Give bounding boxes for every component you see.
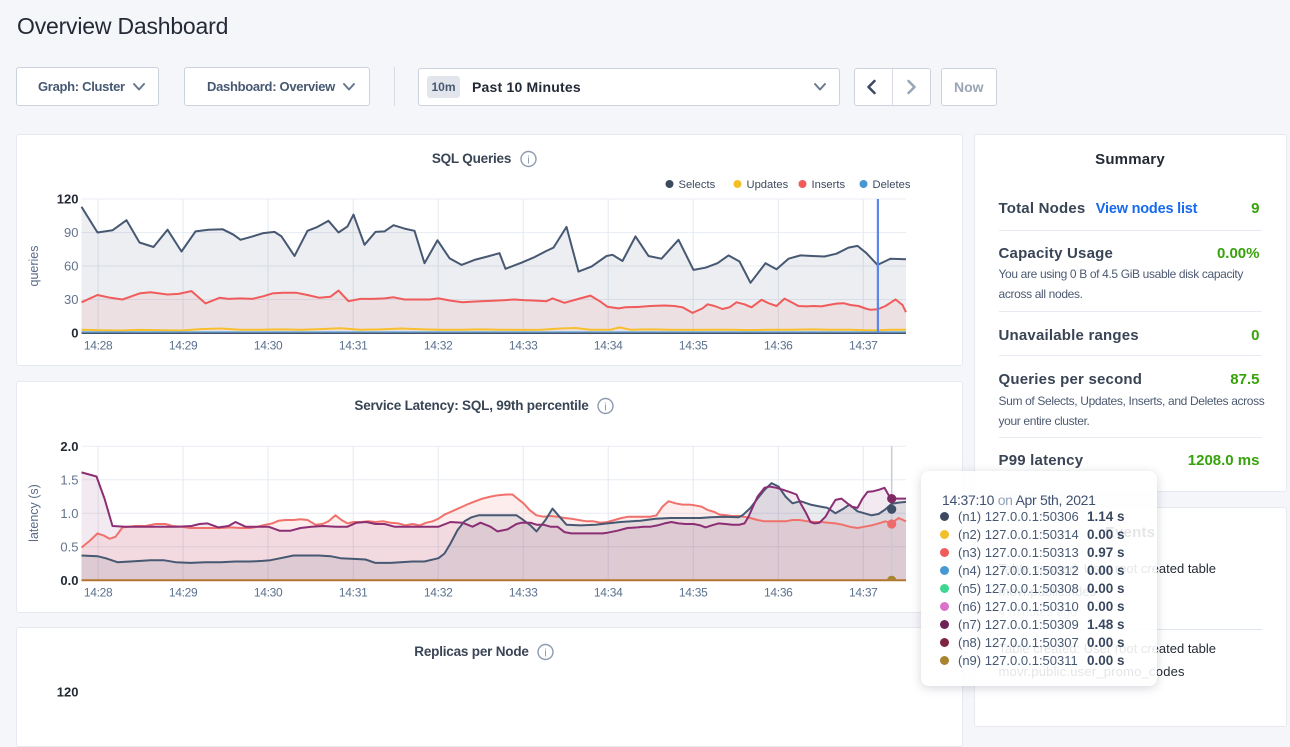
svg-text:14:29: 14:29: [168, 339, 197, 353]
svg-text:30: 30: [64, 292, 78, 307]
svg-text:0: 0: [71, 326, 78, 341]
svg-text:i: i: [527, 155, 529, 167]
svg-text:1.0: 1.0: [60, 506, 78, 521]
svg-text:14:34: 14:34: [593, 339, 622, 353]
svg-text:1.5: 1.5: [60, 472, 78, 487]
svg-text:0.5: 0.5: [60, 539, 78, 554]
svg-text:14:28: 14:28: [83, 339, 112, 353]
svg-text:Service Latency: SQL, 99th per: Service Latency: SQL, 99th percentile: [354, 398, 589, 413]
svg-text:14:35: 14:35: [678, 586, 707, 600]
svg-text:SQL Queries: SQL Queries: [431, 151, 510, 166]
svg-text:14:30: 14:30: [253, 586, 282, 600]
svg-text:Replicas per Node: Replicas per Node: [414, 644, 529, 659]
svg-text:14:31: 14:31: [338, 586, 367, 600]
svg-text:Selects: Selects: [678, 179, 715, 191]
svg-text:i: i: [604, 402, 606, 414]
svg-text:14:33: 14:33: [508, 586, 537, 600]
svg-text:latency (s): latency (s): [27, 484, 41, 542]
svg-text:Inserts: Inserts: [811, 179, 845, 191]
svg-text:14:28: 14:28: [83, 586, 112, 600]
svg-text:14:37: 14:37: [849, 339, 878, 353]
svg-text:14:37: 14:37: [849, 586, 878, 600]
svg-text:14:31: 14:31: [338, 339, 367, 353]
svg-text:14:33: 14:33: [508, 339, 537, 353]
svg-text:Updates: Updates: [746, 179, 788, 191]
svg-text:Deletes: Deletes: [872, 179, 910, 191]
svg-text:14:36: 14:36: [764, 339, 793, 353]
svg-text:i: i: [544, 648, 546, 660]
svg-text:0.0: 0.0: [60, 573, 78, 588]
svg-text:14:29: 14:29: [168, 586, 197, 600]
svg-text:14:32: 14:32: [423, 339, 452, 353]
svg-text:14:36: 14:36: [764, 586, 793, 600]
svg-text:60: 60: [64, 259, 78, 274]
svg-text:14:30: 14:30: [253, 339, 282, 353]
svg-text:14:34: 14:34: [593, 586, 622, 600]
svg-text:14:32: 14:32: [423, 586, 452, 600]
svg-text:2.0: 2.0: [60, 439, 78, 454]
svg-text:14:35: 14:35: [678, 339, 707, 353]
svg-text:90: 90: [64, 225, 78, 240]
svg-text:120: 120: [56, 192, 78, 207]
svg-text:queries: queries: [27, 246, 41, 287]
svg-text:120: 120: [56, 685, 78, 700]
